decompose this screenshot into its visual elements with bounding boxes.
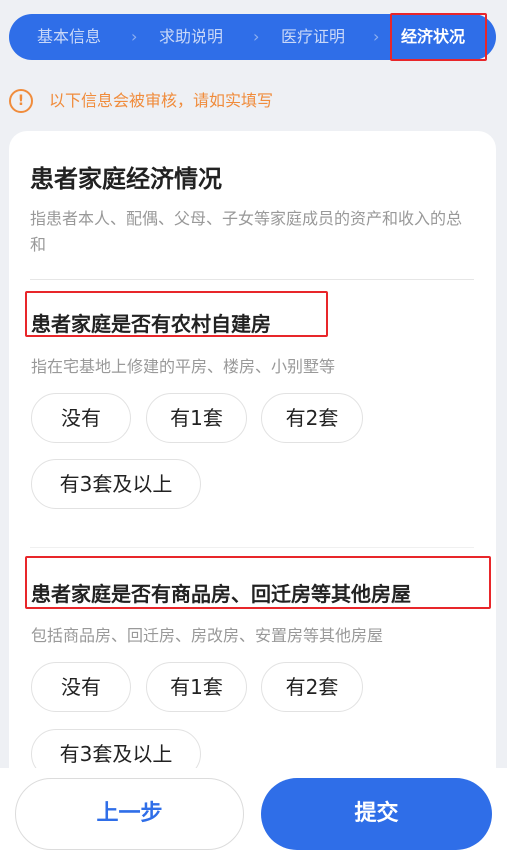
question-commercial-house-title: 患者家庭是否有商品房、回迁房等其他房屋 [31,582,411,606]
option-rural-one[interactable]: 有1套 [146,393,247,443]
bottom-action-bar: 上一步 提交 [0,768,507,862]
step-medical-proof[interactable]: 医疗证明 [281,14,345,60]
question-rural-house-hint: 指在宅基地上修建的平房、楼房、小别墅等 [31,357,336,376]
card-title: 患者家庭经济情况 [30,165,222,193]
option-rural-two[interactable]: 有2套 [261,393,363,443]
chevron-right-icon: › [373,27,380,46]
section-divider [30,547,474,548]
card-description: 指患者本人、配偶、父母、子女等家庭成员的资产和收入的总和 [30,209,463,254]
divider [30,279,474,280]
review-notice-text: 以下信息会被审核，请如实填写 [49,91,274,110]
option-commercial-one[interactable]: 有1套 [146,662,247,712]
option-rural-none[interactable]: 没有 [31,393,131,443]
option-commercial-none[interactable]: 没有 [31,662,131,712]
option-commercial-two[interactable]: 有2套 [261,662,363,712]
chevron-right-icon: › [131,27,138,46]
step-help-description[interactable]: 求助说明 [159,14,223,60]
highlight-box-current-step [390,13,487,61]
question-rural-house-title: 患者家庭是否有农村自建房 [31,312,271,336]
submit-button[interactable]: 提交 [261,778,492,850]
previous-step-button[interactable]: 上一步 [15,778,244,850]
option-rural-three-plus[interactable]: 有3套及以上 [31,459,201,509]
question-commercial-house-hint: 包括商品房、回迁房、房改房、安置房等其他房屋 [31,626,384,645]
warning-icon: ! [9,89,33,113]
chevron-right-icon: › [253,27,260,46]
financial-info-card: 患者家庭经济情况 指患者本人、配偶、父母、子女等家庭成员的资产和收入的总和 患者… [9,131,496,831]
step-basic-info[interactable]: 基本信息 [37,14,101,60]
